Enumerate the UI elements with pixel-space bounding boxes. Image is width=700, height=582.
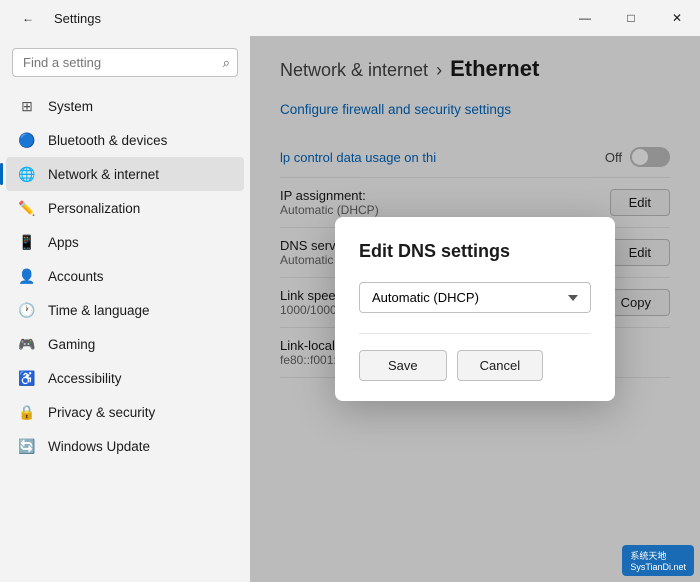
sidebar-item-accessibility[interactable]: ♿ Accessibility [6, 361, 244, 395]
sidebar-item-label: Network & internet [48, 167, 159, 182]
sidebar-item-label: Apps [48, 235, 79, 250]
gaming-icon: 🎮 [18, 335, 36, 353]
dialog-title: Edit DNS settings [359, 241, 591, 262]
sidebar: ⌕ ⊞ System 🔵 Bluetooth & devices 🌐 Netwo… [0, 36, 250, 582]
cancel-button[interactable]: Cancel [457, 350, 543, 381]
personalization-icon: ✏️ [18, 199, 36, 217]
sidebar-item-label: Privacy & security [48, 405, 155, 420]
watermark-line2: SysTianDi.net [630, 562, 686, 572]
sidebar-item-privacy[interactable]: 🔒 Privacy & security [6, 395, 244, 429]
edit-dns-dialog: Edit DNS settings Automatic (DHCP) Manua… [335, 217, 615, 401]
sidebar-item-network[interactable]: 🌐 Network & internet [6, 157, 244, 191]
sidebar-item-update[interactable]: 🔄 Windows Update [6, 429, 244, 463]
apps-icon: 📱 [18, 233, 36, 251]
title-bar-left: ← Settings [12, 0, 101, 36]
sidebar-item-label: Bluetooth & devices [48, 133, 167, 148]
sidebar-item-label: Windows Update [48, 439, 150, 454]
window-controls: — □ ✕ [562, 0, 700, 36]
close-button[interactable]: ✕ [654, 0, 700, 36]
watermark: 系统天地 SysTianDi.net [622, 545, 694, 576]
dns-dropdown[interactable]: Automatic (DHCP) Manual [359, 282, 591, 313]
search-box[interactable]: ⌕ [12, 48, 238, 77]
network-icon: 🌐 [18, 165, 36, 183]
sidebar-item-label: Accessibility [48, 371, 122, 386]
update-icon: 🔄 [18, 437, 36, 455]
privacy-icon: 🔒 [18, 403, 36, 421]
accessibility-icon: ♿ [18, 369, 36, 387]
main-layout: ⌕ ⊞ System 🔵 Bluetooth & devices 🌐 Netwo… [0, 36, 700, 582]
system-icon: ⊞ [18, 97, 36, 115]
sidebar-item-label: System [48, 99, 93, 114]
sidebar-item-apps[interactable]: 📱 Apps [6, 225, 244, 259]
time-icon: 🕐 [18, 301, 36, 319]
sidebar-item-time[interactable]: 🕐 Time & language [6, 293, 244, 327]
sidebar-item-label: Accounts [48, 269, 104, 284]
accounts-icon: 👤 [18, 267, 36, 285]
title-bar: ← Settings — □ ✕ [0, 0, 700, 36]
search-input[interactable] [12, 48, 238, 77]
minimize-button[interactable]: — [562, 0, 608, 36]
sidebar-item-label: Gaming [48, 337, 95, 352]
sidebar-item-personalization[interactable]: ✏️ Personalization [6, 191, 244, 225]
maximize-button[interactable]: □ [608, 0, 654, 36]
save-button[interactable]: Save [359, 350, 447, 381]
sidebar-item-label: Personalization [48, 201, 140, 216]
search-icon: ⌕ [223, 55, 230, 71]
bluetooth-icon: 🔵 [18, 131, 36, 149]
app-title: Settings [54, 11, 101, 26]
watermark-line1: 系统天地 [630, 549, 686, 562]
sidebar-item-bluetooth[interactable]: 🔵 Bluetooth & devices [6, 123, 244, 157]
dialog-buttons: Save Cancel [359, 350, 591, 381]
back-button[interactable]: ← [12, 0, 44, 36]
dialog-divider [359, 333, 591, 334]
content-area: Network & internet › Ethernet Configure … [250, 36, 700, 582]
dialog-overlay: Edit DNS settings Automatic (DHCP) Manua… [250, 36, 700, 582]
sidebar-item-accounts[interactable]: 👤 Accounts [6, 259, 244, 293]
sidebar-item-gaming[interactable]: 🎮 Gaming [6, 327, 244, 361]
sidebar-item-system[interactable]: ⊞ System [6, 89, 244, 123]
sidebar-item-label: Time & language [48, 303, 150, 318]
